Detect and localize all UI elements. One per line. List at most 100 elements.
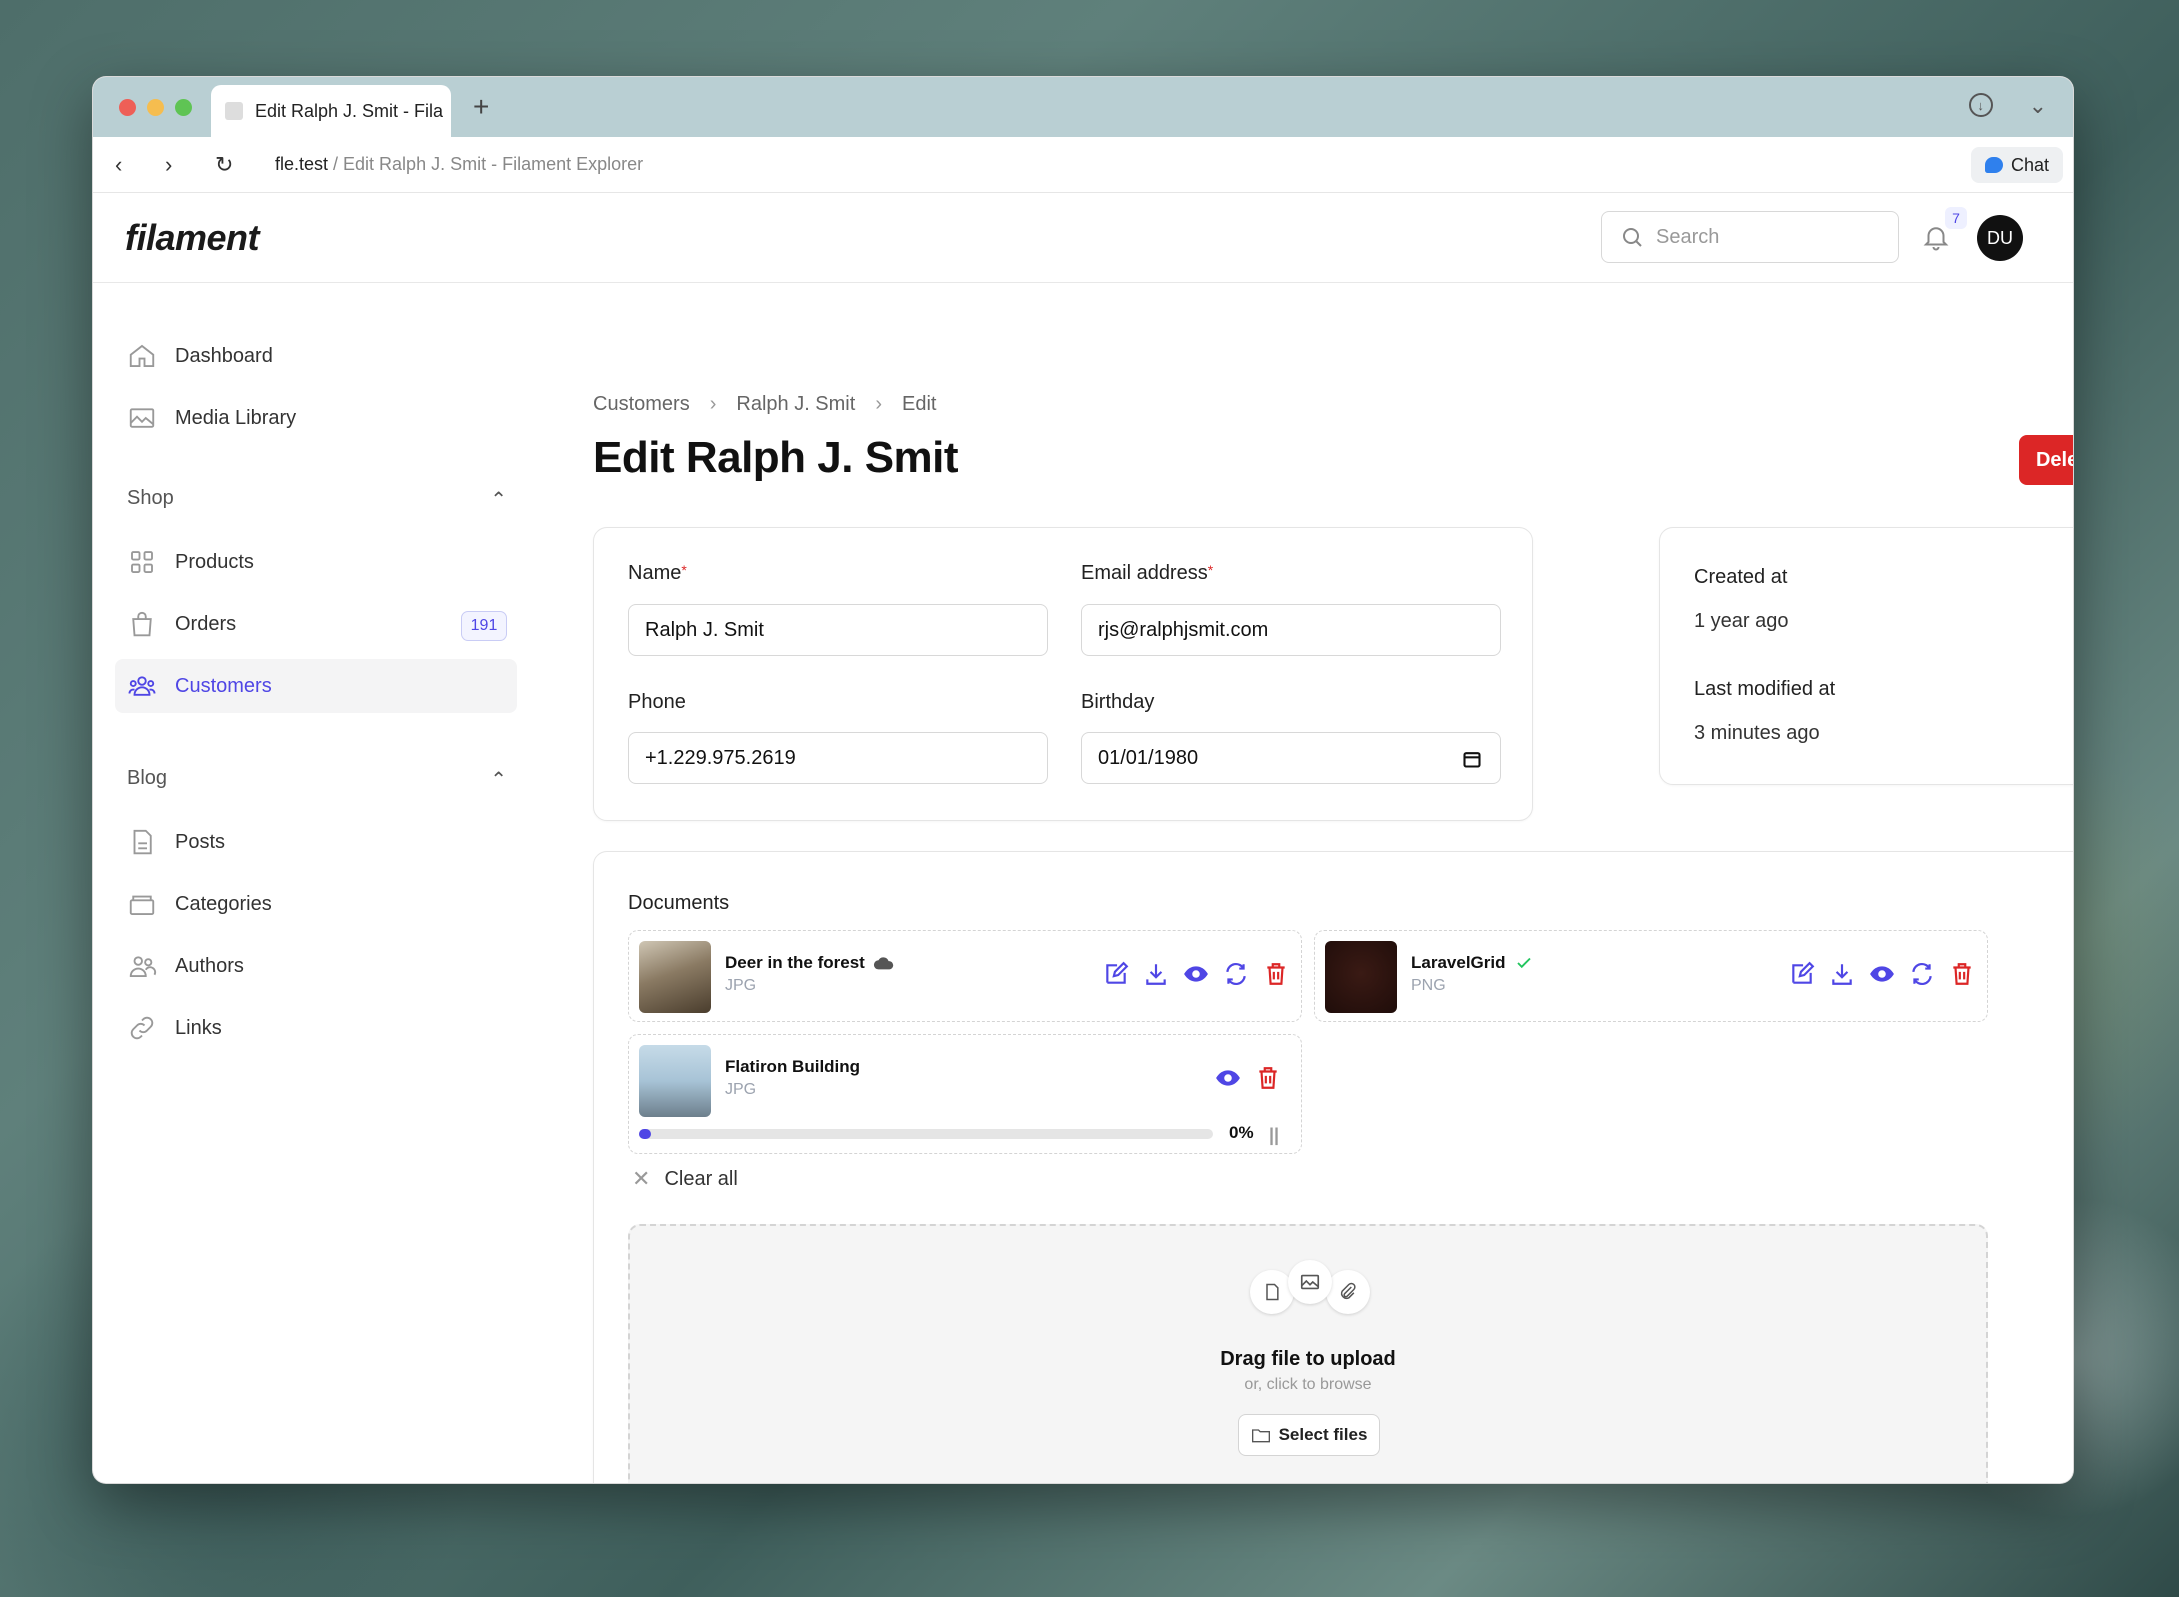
orders-count-badge: 191 xyxy=(461,611,507,641)
modified-at-value: 3 minutes ago xyxy=(1694,722,1820,744)
eye-icon[interactable] xyxy=(1183,961,1209,987)
sidebar-item-posts[interactable]: Posts xyxy=(115,815,517,869)
upload-progress-text: 0% xyxy=(1229,1123,1254,1142)
phone-field[interactable]: +1.229.975.2619 xyxy=(628,732,1048,784)
breadcrumb-edit: Edit xyxy=(901,393,937,415)
search-input[interactable]: Search xyxy=(1601,211,1899,263)
trash-icon[interactable] xyxy=(1949,961,1975,987)
dropzone-subtitle: or, click to browse xyxy=(1244,1376,1372,1393)
created-at-value: 1 year ago xyxy=(1694,610,1789,632)
forward-icon[interactable]: › xyxy=(165,152,215,178)
sidebar-item-products[interactable]: Products xyxy=(115,535,517,589)
sidebar-item-label: Links xyxy=(175,1016,222,1039)
select-files-label: Select files xyxy=(1278,1425,1368,1444)
email-field[interactable]: rjs@ralphjsmit.com xyxy=(1081,604,1501,656)
sidebar-item-label: Customers xyxy=(175,674,272,697)
new-tab-button[interactable]: + xyxy=(473,91,489,123)
breadcrumb-customers[interactable]: Customers xyxy=(593,393,690,416)
breadcrumb: Customers › Ralph J. Smit › Edit xyxy=(593,393,936,416)
required-mark: * xyxy=(681,562,687,578)
sidebar-item-categories[interactable]: Categories xyxy=(115,877,517,931)
image-icon xyxy=(129,408,155,428)
phone-label: Phone xyxy=(628,691,686,713)
eye-icon[interactable] xyxy=(1215,1065,1241,1091)
calendar-icon[interactable] xyxy=(1462,749,1482,769)
file-actions xyxy=(1215,1065,1281,1091)
refresh-icon[interactable] xyxy=(1223,961,1249,987)
sidebar-item-links[interactable]: Links xyxy=(115,1001,517,1055)
trash-icon[interactable] xyxy=(1263,961,1289,987)
sidebar-group-label: Shop xyxy=(127,487,174,509)
trash-icon[interactable] xyxy=(1255,1065,1281,1091)
browser-tab[interactable]: Edit Ralph J. Smit - Fila xyxy=(211,85,451,137)
file-name: Deer in the forest xyxy=(725,953,895,973)
search-placeholder: Search xyxy=(1656,225,1720,248)
minimize-window-button[interactable] xyxy=(147,99,164,116)
sidebar-item-dashboard[interactable]: Dashboard xyxy=(115,329,517,383)
file-item-laravelgrid: LaravelGrid PNG xyxy=(1314,930,1988,1022)
refresh-icon[interactable] xyxy=(1909,961,1935,987)
sidebar-item-media-library[interactable]: Media Library xyxy=(115,391,517,445)
pause-icon[interactable]: || xyxy=(1269,1125,1279,1146)
select-files-button[interactable]: Select files xyxy=(1238,1414,1380,1456)
maximize-window-button[interactable] xyxy=(175,99,192,116)
document-icon xyxy=(133,829,152,855)
download-icon[interactable] xyxy=(1829,961,1855,987)
grid-icon xyxy=(131,551,153,573)
sidebar-item-label: Authors xyxy=(175,954,244,977)
avatar[interactable]: DU xyxy=(1977,215,2023,261)
edit-icon[interactable] xyxy=(1103,961,1129,987)
favicon-icon xyxy=(225,102,243,120)
eye-icon[interactable] xyxy=(1869,961,1895,987)
search-icon xyxy=(1623,228,1642,247)
home-icon xyxy=(129,344,155,367)
sidebar-item-authors[interactable]: Authors xyxy=(115,939,517,993)
name-field[interactable]: Ralph J. Smit xyxy=(628,604,1048,656)
download-icon[interactable] xyxy=(1143,961,1169,987)
sidebar-group-shop[interactable]: Shop ⌃ xyxy=(127,487,507,512)
chevron-right-icon: › xyxy=(875,393,882,415)
chevron-up-icon[interactable]: ⌃ xyxy=(490,767,507,792)
birthday-field[interactable]: 01/01/1980 xyxy=(1081,732,1501,784)
users-icon xyxy=(129,956,157,977)
file-dropzone[interactable]: Drag file to upload or, click to browse … xyxy=(628,1224,1988,1483)
file-thumbnail xyxy=(639,1045,711,1117)
clear-all-label: Clear all xyxy=(664,1167,738,1190)
edit-icon[interactable] xyxy=(1789,961,1815,987)
reload-icon[interactable]: ↻ xyxy=(215,152,265,178)
delete-button[interactable]: Delete xyxy=(2019,435,2073,485)
close-icon: ✕ xyxy=(632,1166,651,1191)
page-title: Edit Ralph J. Smit xyxy=(593,433,959,482)
close-window-button[interactable] xyxy=(119,99,136,116)
url-host: fle.test xyxy=(275,154,329,174)
chevron-up-icon[interactable]: ⌃ xyxy=(490,487,507,512)
filament-logo[interactable]: filament xyxy=(125,217,260,259)
browser-window: Edit Ralph J. Smit - Fila + ↓ ⌄ ‹ › ↻ fl… xyxy=(92,76,2074,1484)
app-header: filament Search 7 DU xyxy=(93,193,2073,283)
sidebar-item-orders[interactable]: Orders 191 xyxy=(115,597,517,651)
sidebar-group-blog[interactable]: Blog ⌃ xyxy=(127,767,507,792)
download-icon[interactable]: ↓ xyxy=(1968,93,1993,117)
url-path: / Edit Ralph J. Smit - Filament Explorer xyxy=(328,154,644,174)
back-icon[interactable]: ‹ xyxy=(115,152,165,178)
tab-title: Edit Ralph J. Smit - Fila xyxy=(255,100,444,121)
window-controls xyxy=(119,99,192,116)
cloud-icon xyxy=(873,957,894,970)
users-icon xyxy=(128,676,156,696)
email-label: Email address* xyxy=(1081,562,1214,584)
birthday-value: 01/01/1980 xyxy=(1098,746,1199,769)
url-field[interactable]: fle.test / Edit Ralph J. Smit - Filament… xyxy=(275,154,643,175)
documents-label: Documents xyxy=(628,892,730,914)
breadcrumb-customer[interactable]: Ralph J. Smit xyxy=(736,393,855,416)
sidebar-item-customers[interactable]: Customers xyxy=(115,659,517,713)
file-name: LaravelGrid xyxy=(1411,953,1534,973)
sidebar-item-label: Dashboard xyxy=(175,344,273,367)
paperclip-icon xyxy=(1326,1270,1370,1314)
chevron-down-icon[interactable]: ⌄ xyxy=(2029,93,2047,119)
chat-button[interactable]: Chat xyxy=(1970,147,2063,183)
document-icon xyxy=(1250,1270,1294,1314)
clear-all-button[interactable]: ✕ Clear all xyxy=(632,1166,738,1192)
folder-icon xyxy=(129,895,155,915)
customer-form-card: Name* Ralph J. Smit Email address* rjs@r… xyxy=(593,527,1533,821)
chevron-right-icon: › xyxy=(709,393,717,415)
